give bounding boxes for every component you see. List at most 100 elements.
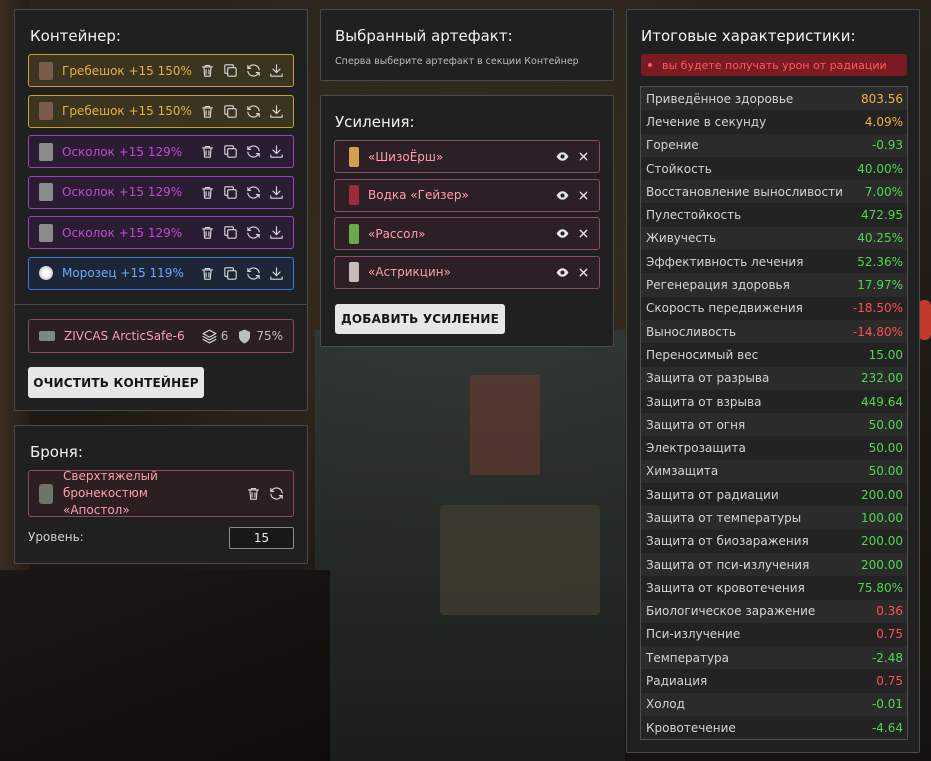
stat-value: 15.00: [868, 347, 903, 362]
download-icon[interactable]: [268, 143, 285, 160]
eye-icon[interactable]: [556, 227, 569, 240]
stat-value: 75.80%: [857, 580, 903, 595]
stat-label: Защита от радиации: [646, 487, 779, 502]
eye-icon[interactable]: [556, 266, 569, 279]
stat-row: Защита от биозаражения 200.00: [641, 529, 907, 553]
case-icon: [39, 331, 55, 341]
stat-row: Защита от радиации 200.00: [641, 483, 907, 507]
stat-row: Горение -0.93: [641, 133, 907, 157]
download-icon[interactable]: [268, 184, 285, 201]
download-icon[interactable]: [268, 62, 285, 79]
copy-icon[interactable]: [222, 62, 239, 79]
copy-icon[interactable]: [222, 143, 239, 160]
clear-container-button[interactable]: ОЧИСТИТЬ КОНТЕЙНЕР: [28, 367, 204, 398]
stat-value: -14.80%: [852, 324, 903, 339]
stat-row: Лечение в секунду 4.09%: [641, 110, 907, 134]
stat-label: Радиация: [646, 674, 708, 689]
swap-icon[interactable]: [245, 184, 262, 201]
eye-icon[interactable]: [556, 150, 569, 163]
stat-label: Приведённое здоровье: [646, 91, 794, 106]
summary-panel: Итоговые характеристики: вы будете получ…: [626, 9, 920, 753]
boost-name: Водка «Гейзер»: [368, 188, 469, 202]
trash-icon[interactable]: [199, 62, 216, 79]
stat-row: Защита от взрыва 449.64: [641, 389, 907, 414]
eye-icon[interactable]: [556, 189, 569, 202]
stat-label: Защита от температуры: [646, 510, 802, 525]
trash-icon[interactable]: [199, 184, 216, 201]
boost-item[interactable]: «ШизоЁрш»: [334, 140, 600, 173]
copy-icon[interactable]: [222, 103, 239, 120]
stat-row: Биологическое заражение 0.36: [641, 599, 907, 623]
stat-row: Защита от огня 50.00: [641, 413, 907, 437]
slot-name: Осколок +15 129%: [62, 185, 183, 199]
stat-value: 40.25%: [857, 231, 903, 246]
container-slot[interactable]: Гребешок +15 150%: [28, 94, 294, 128]
trash-icon[interactable]: [199, 143, 216, 160]
close-icon[interactable]: [577, 189, 590, 202]
swap-icon[interactable]: [245, 265, 262, 282]
stat-row: Холод -0.01: [641, 692, 907, 717]
armor-level-input[interactable]: [229, 527, 294, 549]
armor-panel: Броня: Сверхтяжелый бронекостюм «Апостол…: [14, 425, 308, 564]
container-slot[interactable]: Осколок +15 129%: [28, 175, 294, 209]
copy-icon[interactable]: [222, 224, 239, 241]
container-slot[interactable]: Осколок +15 129%: [28, 216, 294, 249]
stat-row: Защита от температуры 100.00: [641, 506, 907, 530]
download-icon[interactable]: [268, 103, 285, 120]
swap-icon[interactable]: [245, 103, 262, 120]
download-icon[interactable]: [268, 265, 285, 282]
stat-label: Защита от пси-излучения: [646, 557, 810, 572]
stat-row: Кровотечение -4.64: [641, 716, 907, 740]
container-slot[interactable]: Морозец +15 119%: [28, 256, 294, 290]
swap-icon[interactable]: [245, 143, 262, 160]
armor-slot[interactable]: Сверхтяжелый бронекостюм «Апостол»: [28, 469, 294, 517]
crest-artifact-icon: [39, 61, 53, 80]
add-boost-button[interactable]: ДОБАВИТЬ УСИЛЕНИЕ: [335, 304, 505, 334]
stat-label: Выносливость: [646, 324, 737, 339]
container-slot[interactable]: Осколок +15 129%: [28, 135, 294, 168]
stat-label: Защита от кровотечения: [646, 580, 805, 595]
stat-label: Кровотечение: [646, 720, 736, 735]
stat-value: -2.48: [871, 650, 903, 665]
boost-item[interactable]: Водка «Гейзер»: [334, 178, 600, 212]
boost-name: «Рассол»: [368, 226, 426, 241]
close-icon[interactable]: [577, 266, 590, 279]
warning-text: вы будете получать урон от радиации: [662, 58, 887, 72]
swap-icon[interactable]: [268, 485, 285, 502]
stat-label: Холод: [646, 697, 685, 712]
trash-icon[interactable]: [199, 265, 216, 282]
copy-icon[interactable]: [222, 265, 239, 282]
container-title: Контейнер:: [30, 27, 121, 45]
swap-icon[interactable]: [245, 62, 262, 79]
copy-icon[interactable]: [222, 184, 239, 201]
slot-name: Гребешок +15 150%: [62, 104, 192, 118]
boost-item[interactable]: «Рассол»: [334, 217, 600, 250]
boost-item[interactable]: «Астрикцин»: [334, 255, 600, 289]
stat-value: 100.00: [861, 510, 903, 525]
close-icon[interactable]: [577, 150, 590, 163]
stat-label: Защита от разрыва: [646, 371, 770, 386]
close-icon[interactable]: [577, 227, 590, 240]
trash-icon[interactable]: [245, 485, 262, 502]
stat-value: 449.64: [861, 394, 903, 409]
stat-value: 50.00: [868, 464, 903, 479]
stat-row: Эффективность лечения 52.36%: [641, 250, 907, 274]
trash-icon[interactable]: [199, 103, 216, 120]
radiation-warning: вы будете получать урон от радиации: [641, 54, 907, 76]
stat-label: Пси-излучение: [646, 627, 741, 642]
stat-label: Эффективность лечения: [646, 254, 804, 269]
stat-row: Пулестойкость 472.95: [641, 203, 907, 227]
trash-icon[interactable]: [199, 224, 216, 241]
shield-icon: [236, 328, 253, 345]
slot-name: Осколок +15 129%: [62, 225, 183, 240]
stat-label: Температура: [646, 650, 730, 665]
container-panel: Контейнер: Гребешок +15 150% Гребешок +15…: [14, 9, 308, 411]
container-case[interactable]: ZIVCAS ArcticSafe-6 6 75%: [28, 319, 294, 353]
download-icon[interactable]: [268, 224, 285, 241]
container-slot[interactable]: Гребешок +15 150%: [28, 54, 294, 87]
shard-artifact-icon: [39, 142, 53, 161]
stat-value: -18.50%: [852, 301, 903, 316]
selected-artifact-panel: Выбранный артефакт: Сперва выберите арте…: [320, 9, 614, 81]
swap-icon[interactable]: [245, 224, 262, 241]
stat-row: Регенерация здоровья 17.97%: [641, 273, 907, 297]
